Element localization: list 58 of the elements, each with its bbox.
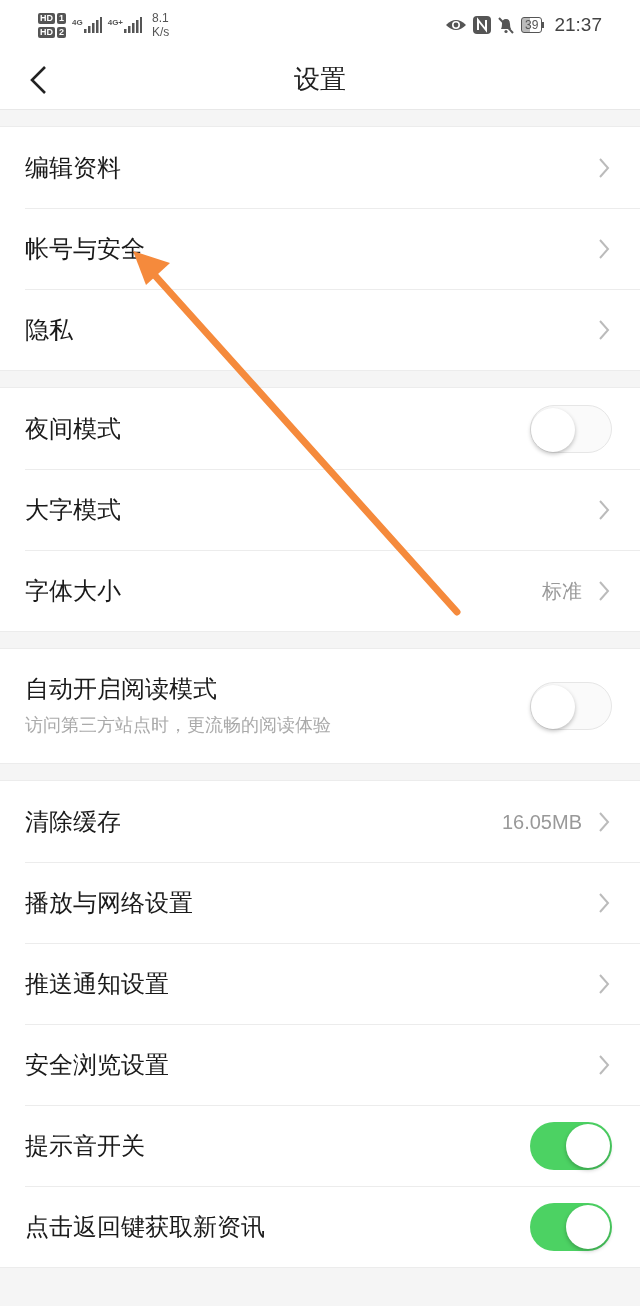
settings-row[interactable]: 提示音开关	[0, 1105, 640, 1186]
row-label: 自动开启阅读模式	[25, 673, 218, 704]
settings-row[interactable]: 点击返回键获取新资讯	[0, 1186, 640, 1267]
settings-row[interactable]: 清除缓存 16.05MB	[0, 781, 640, 862]
row-label: 夜间模式	[25, 413, 122, 444]
signal-icon	[124, 17, 143, 33]
row-label: 提示音开关	[25, 1130, 146, 1161]
sim-badge: HD	[38, 26, 55, 38]
clock: 21:37	[554, 12, 602, 37]
chevron-icon	[598, 237, 610, 260]
settings-row[interactable]: 播放与网络设置	[0, 862, 640, 943]
row-label: 推送通知设置	[25, 968, 170, 999]
muted-bell-icon	[497, 16, 516, 34]
chevron-icon	[598, 891, 610, 914]
row-label: 隐私	[25, 314, 74, 345]
row-label: 播放与网络设置	[25, 887, 194, 918]
network-label: 4G+	[107, 17, 124, 29]
settings-row[interactable]: 隐私	[0, 289, 640, 370]
row-label: 点击返回键获取新资讯	[25, 1211, 266, 1242]
row-label: 编辑资料	[25, 152, 122, 183]
row-value: 16.05MB	[501, 809, 582, 835]
row-value: 标准	[542, 578, 582, 604]
network-label: 4G	[72, 17, 83, 29]
row-label: 安全浏览设置	[25, 1049, 170, 1080]
nfc-icon	[473, 16, 492, 34]
chevron-icon	[598, 810, 610, 833]
row-label: 清除缓存	[25, 806, 122, 837]
network-speed: 8.1	[152, 11, 170, 25]
chevron-icon	[598, 156, 610, 179]
sim-badge: HD	[38, 12, 55, 24]
row-label: 字体大小	[25, 575, 122, 606]
toggle-switch[interactable]	[530, 682, 612, 730]
settings-row[interactable]: 安全浏览设置	[0, 1024, 640, 1105]
speed-unit: K/s	[152, 25, 170, 39]
row-label: 大字模式	[25, 494, 122, 525]
settings-row[interactable]: 编辑资料	[0, 127, 640, 208]
settings-row[interactable]: 大字模式	[0, 469, 640, 550]
row-subtitle: 访问第三方站点时，更流畅的阅读体验	[25, 713, 332, 737]
toggle-switch[interactable]	[530, 1202, 612, 1251]
chevron-icon	[598, 1053, 610, 1076]
sim-slot-badge: 1	[57, 12, 66, 24]
chevron-icon	[598, 318, 610, 341]
battery-level: 39	[521, 17, 543, 33]
settings-row[interactable]: 字体大小 标准	[0, 550, 640, 631]
settings-row[interactable]: 自动开启阅读模式 访问第三方站点时，更流畅的阅读体验	[0, 649, 640, 763]
chevron-icon	[598, 972, 610, 995]
toggle-switch[interactable]	[530, 1121, 612, 1170]
toggle-switch[interactable]	[530, 404, 612, 453]
back-icon	[29, 65, 47, 95]
sim-slot-badge: 2	[57, 26, 66, 38]
chevron-icon	[598, 579, 610, 602]
chevron-icon	[598, 498, 610, 521]
signal-icon	[83, 17, 102, 33]
settings-row[interactable]: 夜间模式	[0, 388, 640, 469]
battery-tip	[542, 22, 545, 28]
settings-row[interactable]: 推送通知设置	[0, 943, 640, 1024]
eye-icon	[445, 18, 468, 32]
page-title: 设置	[294, 63, 346, 96]
